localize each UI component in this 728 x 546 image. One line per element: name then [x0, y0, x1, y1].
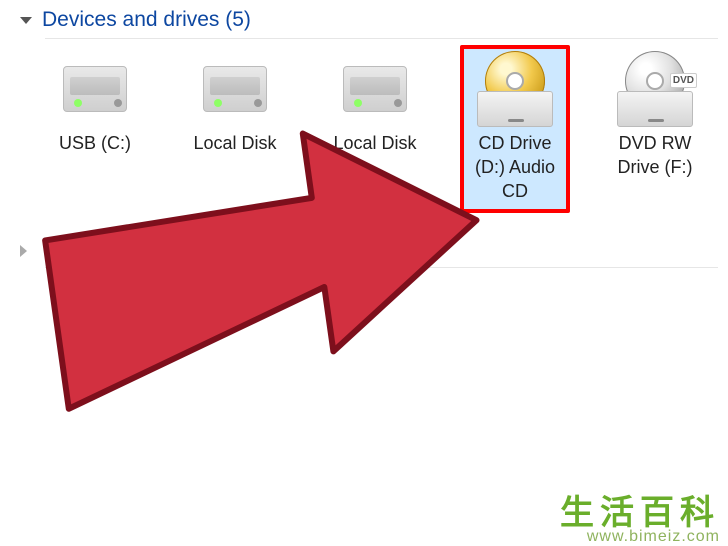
- drive-local-disk-2[interactable]: Local Disk: [320, 45, 430, 213]
- divider: [45, 267, 718, 268]
- dvd-drive-icon: DVD: [604, 51, 706, 127]
- chevron-right-icon: [20, 245, 33, 257]
- cd-drive-icon: [464, 51, 566, 127]
- folders-section-header[interactable]: Folders: [0, 213, 728, 273]
- devices-section-title: Devices and drives (5): [42, 8, 251, 32]
- drives-list: USB (C:) Local Disk Local Disk CD Drive …: [0, 45, 728, 213]
- drive-local-disk-1[interactable]: Local Disk: [180, 45, 290, 213]
- drive-label: Local Disk: [324, 131, 426, 155]
- folders-section-title: Folders: [43, 239, 113, 263]
- drive-usb-c[interactable]: USB (C:): [40, 45, 150, 213]
- watermark-text: 生活百科: [560, 485, 720, 534]
- watermark: 生活百科 www.bimeiz.com: [560, 485, 720, 546]
- drive-label: USB (C:): [44, 131, 146, 155]
- hdd-icon: [184, 51, 286, 127]
- drive-dvd-rw[interactable]: DVD DVD RW Drive (F:): [600, 45, 710, 213]
- hdd-icon: [324, 51, 426, 127]
- drive-label: Local Disk: [184, 131, 286, 155]
- drive-label: CD Drive (D:) Audio CD: [464, 131, 566, 203]
- dvd-badge: DVD: [670, 73, 697, 88]
- drive-cd-audio[interactable]: CD Drive (D:) Audio CD: [460, 45, 570, 213]
- hdd-icon: [44, 51, 146, 127]
- divider: [45, 38, 718, 39]
- chevron-down-icon: [20, 17, 32, 24]
- drive-label: DVD RW Drive (F:): [604, 131, 706, 179]
